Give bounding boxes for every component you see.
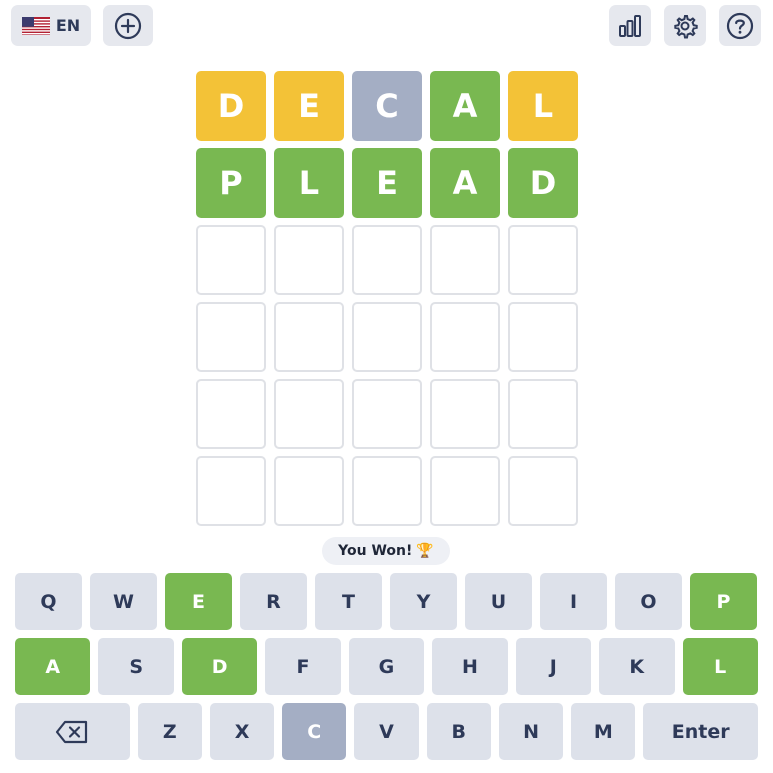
question-circle-icon xyxy=(726,12,754,39)
board-tile: P xyxy=(196,148,266,218)
board-tile xyxy=(196,456,266,526)
key-w[interactable]: W xyxy=(90,573,157,630)
key-q[interactable]: Q xyxy=(15,573,82,630)
key-z[interactable]: Z xyxy=(137,703,202,760)
board-tile xyxy=(274,225,344,295)
keyboard-row: ASDFGHJKL xyxy=(15,638,758,695)
board-tile xyxy=(508,456,578,526)
keyboard-row: Z X C V B N M Enter xyxy=(15,703,759,760)
key-b[interactable]: B xyxy=(426,703,491,760)
key-v[interactable]: V xyxy=(354,703,419,760)
board-tile xyxy=(274,456,344,526)
game-board: DECALPLEAD xyxy=(196,71,578,533)
key-o[interactable]: O xyxy=(615,573,682,630)
on-screen-keyboard: Q W E R T Y U I O P A S D F G H J K L Z X C V B N M Enter xyxy=(15,573,759,768)
board-tile: E xyxy=(274,71,344,141)
board-tile xyxy=(508,225,578,295)
board-tile xyxy=(274,379,344,449)
board-tile xyxy=(274,302,344,372)
key-e[interactable]: E xyxy=(165,573,232,630)
board-tile xyxy=(430,302,500,372)
board-row xyxy=(196,379,578,449)
backspace-icon xyxy=(56,720,88,743)
key-x[interactable]: X xyxy=(209,703,275,760)
board-row xyxy=(196,302,578,372)
key-t[interactable]: T xyxy=(315,573,382,630)
key-r[interactable]: R xyxy=(240,573,307,630)
gear-icon xyxy=(674,14,698,38)
key-d[interactable]: D xyxy=(181,638,258,695)
key-y[interactable]: Y xyxy=(390,573,457,630)
board-tile: A xyxy=(430,71,500,141)
key-c[interactable]: C xyxy=(282,703,347,760)
board-tile: E xyxy=(352,148,422,218)
plus-circle-icon xyxy=(114,12,142,39)
key-n[interactable]: N xyxy=(498,703,564,760)
board-tile xyxy=(352,456,422,526)
key-f[interactable]: F xyxy=(265,638,341,695)
board-tile xyxy=(196,302,266,372)
board-tile xyxy=(430,225,500,295)
board-tile: A xyxy=(430,148,500,218)
trophy-icon: 🏆 xyxy=(416,543,434,559)
key-h[interactable]: H xyxy=(432,638,508,695)
board-tile: L xyxy=(508,71,578,141)
board-tile xyxy=(430,456,500,526)
key-a[interactable]: A xyxy=(15,638,91,695)
board-tile xyxy=(508,379,578,449)
board-tile xyxy=(430,379,500,449)
board-tile xyxy=(196,379,266,449)
win-toast: You Won! 🏆 xyxy=(322,537,450,565)
toast-text: You Won! xyxy=(338,543,413,559)
board-tile: D xyxy=(196,71,266,141)
bar-chart-icon xyxy=(619,14,641,37)
board-row xyxy=(196,225,578,295)
key-m[interactable]: M xyxy=(571,703,636,760)
stats-button[interactable] xyxy=(609,5,651,46)
language-button[interactable]: EN xyxy=(11,5,91,46)
board-tile: L xyxy=(274,148,344,218)
board-row: DECAL xyxy=(196,71,578,141)
key-k[interactable]: K xyxy=(599,638,675,695)
us-flag-icon xyxy=(21,16,50,35)
backspace-key[interactable] xyxy=(15,703,130,760)
language-label: EN xyxy=(55,16,81,35)
key-enter[interactable]: Enter xyxy=(643,703,759,760)
key-p[interactable]: P xyxy=(690,573,757,630)
board-tile xyxy=(352,302,422,372)
key-u[interactable]: U xyxy=(465,573,532,630)
board-tile: D xyxy=(508,148,578,218)
board-tile xyxy=(196,225,266,295)
help-button[interactable] xyxy=(719,5,761,46)
key-i[interactable]: I xyxy=(540,573,607,630)
board-tile xyxy=(352,225,422,295)
key-g[interactable]: G xyxy=(348,638,425,695)
board-tile: C xyxy=(352,71,422,141)
new-game-button[interactable] xyxy=(103,5,153,46)
key-s[interactable]: S xyxy=(98,638,174,695)
board-tile xyxy=(352,379,422,449)
board-row: PLEAD xyxy=(196,148,578,218)
settings-button[interactable] xyxy=(664,5,706,46)
key-l[interactable]: L xyxy=(682,638,758,695)
keyboard-row: QWERTYUIOP xyxy=(15,573,758,630)
board-tile xyxy=(508,302,578,372)
key-j[interactable]: J xyxy=(515,638,592,695)
board-row xyxy=(196,456,578,526)
